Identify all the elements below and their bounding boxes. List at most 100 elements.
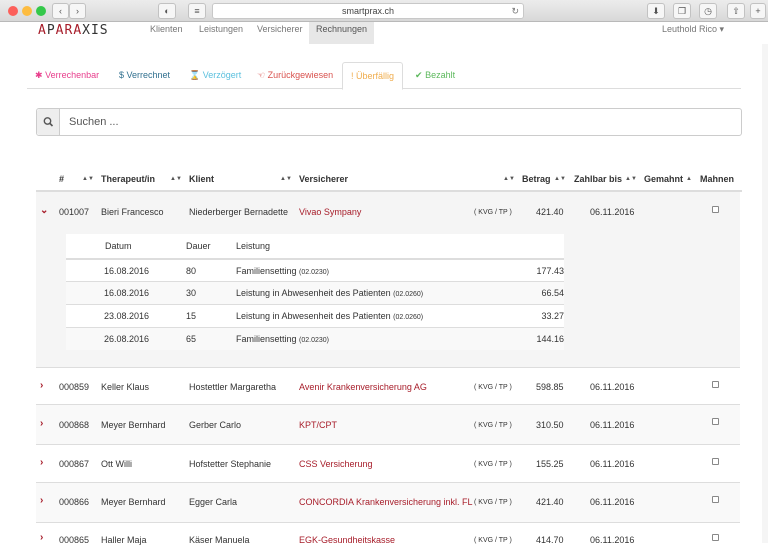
col-number[interactable]: # <box>59 168 64 190</box>
detail-amount: 66.54 <box>541 288 564 298</box>
chevron-right-icon[interactable]: › <box>40 457 43 468</box>
share-icon[interactable]: ⇧ <box>727 3 745 19</box>
app-navbar <box>0 22 768 44</box>
detail-row: 16.08.2016 30 Leistung in Abwesenheit de… <box>66 281 564 304</box>
due-date: 06.11.2016 <box>590 207 635 217</box>
col-dunned[interactable]: Gemahnt <box>644 168 683 190</box>
chevron-right-icon[interactable]: › <box>40 418 43 429</box>
history-icon[interactable]: ◷ <box>699 3 717 19</box>
therapist: Ott Willi <box>101 459 132 469</box>
address-bar[interactable]: smartprax.ch ↻ <box>212 3 524 19</box>
detail-service: Leistung in Abwesenheit des Patienten (0… <box>236 311 424 321</box>
col-dun[interactable]: Mahnen <box>700 168 734 190</box>
logo[interactable]: APARAXIS <box>38 22 109 40</box>
back-icon[interactable]: ‹ <box>52 3 69 19</box>
url-text: smartprax.ch <box>341 6 394 16</box>
download-icon[interactable]: ⬇ <box>647 3 665 19</box>
law-badge: ( KVG / TP ) <box>474 461 512 468</box>
search-input[interactable] <box>61 109 741 135</box>
table-row[interactable]: › 000868 Meyer Bernhard Gerber Carlo KPT… <box>36 405 740 445</box>
nav-klienten[interactable]: Klienten <box>143 22 190 44</box>
dun-checkbox[interactable] <box>712 534 719 541</box>
invoice-number: 001007 <box>59 207 90 217</box>
chevron-right-icon[interactable]: › <box>40 532 43 543</box>
sidebar-icon[interactable]: + <box>750 3 766 19</box>
col-due[interactable]: Zahlbar bis <box>574 168 622 190</box>
table-row[interactable]: › 000859 Keller Klaus Hostettler Margare… <box>36 368 740 405</box>
hand-left-icon: ☜ <box>257 70 266 80</box>
dun-checkbox[interactable] <box>712 458 719 465</box>
amount: 414.70 <box>536 535 564 545</box>
due-date: 06.11.2016 <box>590 459 635 469</box>
sort-icon[interactable]: ▲▼ <box>625 168 637 190</box>
insurer-link[interactable]: CONCORDIA Krankenversicherung inkl. FL <box>299 496 473 508</box>
col-client[interactable]: Klient <box>189 168 214 190</box>
reader-icon[interactable]: ≡ <box>188 3 206 19</box>
due-date: 06.11.2016 <box>590 382 635 392</box>
sort-asc-icon[interactable]: ▲ <box>686 168 692 190</box>
therapist: Bieri Francesco <box>101 207 164 217</box>
due-date: 06.11.2016 <box>590 420 635 430</box>
therapist: Meyer Bernhard <box>101 420 166 430</box>
tab-verrechenbar[interactable]: ✱ Verrechenbar <box>27 62 107 89</box>
maximize-window-icon[interactable] <box>36 6 46 16</box>
browser-toolbar: ‹ › ◐ ≡ smartprax.ch ↻ ⬇ ❐ ◷ ⇧ + <box>0 0 768 22</box>
detail-row: 23.08.2016 15 Leistung in Abwesenheit de… <box>66 304 564 327</box>
nav-rechnungen[interactable]: Rechnungen <box>309 22 375 44</box>
user-menu[interactable]: Leuthold Rico ▾ <box>662 22 724 36</box>
tab-ueberfaellig[interactable]: ! Überfällig <box>342 62 404 90</box>
nav-versicherer[interactable]: Versicherer <box>250 22 310 44</box>
tab-bezahlt[interactable]: ✔ Bezahlt <box>407 62 463 89</box>
insurer-link[interactable]: Vivao Sympany <box>299 206 361 218</box>
chevron-down-icon[interactable]: ⌄ <box>40 205 48 216</box>
detail-amount: 144.16 <box>536 334 564 344</box>
invoice-number: 000868 <box>59 420 90 430</box>
nav-leistungen[interactable]: Leistungen <box>192 22 250 44</box>
table-row[interactable]: › 000865 Haller Maja Käser Manuela EGK-G… <box>36 523 740 546</box>
close-window-icon[interactable] <box>8 6 18 16</box>
client: Egger Carla <box>189 497 238 507</box>
privacy-icon[interactable]: ◐ <box>158 3 176 19</box>
amount: 421.40 <box>536 207 564 217</box>
sort-icon[interactable]: ▲▼ <box>82 168 94 190</box>
amount: 310.50 <box>536 420 564 430</box>
detail-service: Leistung in Abwesenheit des Patienten (0… <box>236 288 424 298</box>
search-icon[interactable] <box>37 109 60 135</box>
table-row[interactable]: › 000866 Meyer Bernhard Egger Carla CONC… <box>36 483 740 523</box>
insurer-link[interactable]: Avenir Krankenversicherung AG <box>299 381 427 393</box>
forward-icon[interactable]: › <box>69 3 86 19</box>
table-row[interactable]: › 000867 Ott Willi Hofstetter Stephanie … <box>36 445 740 483</box>
dun-checkbox[interactable] <box>712 496 719 503</box>
sort-icon[interactable]: ▲▼ <box>280 168 292 190</box>
reload-icon[interactable]: ↻ <box>511 4 519 18</box>
asterisk-icon: ✱ <box>35 70 43 80</box>
tab-verzoegert[interactable]: ⌛ Verzögert <box>181 62 249 89</box>
detail-amount: 33.27 <box>541 311 564 321</box>
sort-icon[interactable]: ▲▼ <box>503 168 515 190</box>
dun-checkbox[interactable] <box>712 381 719 388</box>
dun-checkbox[interactable] <box>712 206 719 213</box>
col-insurer[interactable]: Versicherer <box>299 168 348 190</box>
detail-duration: 15 <box>186 311 197 321</box>
status-tabs: ✱ Verrechenbar $ Verrechnet ⌛ Verzögert … <box>27 62 741 90</box>
exclamation-icon: ! <box>351 71 354 81</box>
detail-duration: 30 <box>186 288 197 298</box>
chevron-right-icon[interactable]: › <box>40 380 43 391</box>
insurer-link[interactable]: KPT/CPT <box>299 419 337 431</box>
insurer-link[interactable]: CSS Versicherung <box>299 458 373 470</box>
dun-checkbox[interactable] <box>712 418 719 425</box>
therapist: Meyer Bernhard <box>101 497 166 507</box>
sort-icon[interactable]: ▲▼ <box>170 168 182 190</box>
insurer-link[interactable]: EGK-Gesundheitskasse <box>299 534 395 546</box>
sort-icon[interactable]: ▲▼ <box>554 168 566 190</box>
chevron-right-icon[interactable]: › <box>40 495 43 506</box>
minimize-window-icon[interactable] <box>22 6 32 16</box>
col-therapist[interactable]: Therapeut/in <box>101 168 155 190</box>
tabs-overview-icon[interactable]: ❐ <box>673 3 691 19</box>
col-amount[interactable]: Betrag <box>522 168 551 190</box>
therapist: Keller Klaus <box>101 382 150 392</box>
tab-verrechnet[interactable]: $ Verrechnet <box>111 62 178 89</box>
client: Hofstetter Stephanie <box>189 459 272 469</box>
scrollbar[interactable] <box>762 44 768 543</box>
tab-zurueckgewiesen[interactable]: ☜ Zurückgewiesen <box>249 62 341 89</box>
